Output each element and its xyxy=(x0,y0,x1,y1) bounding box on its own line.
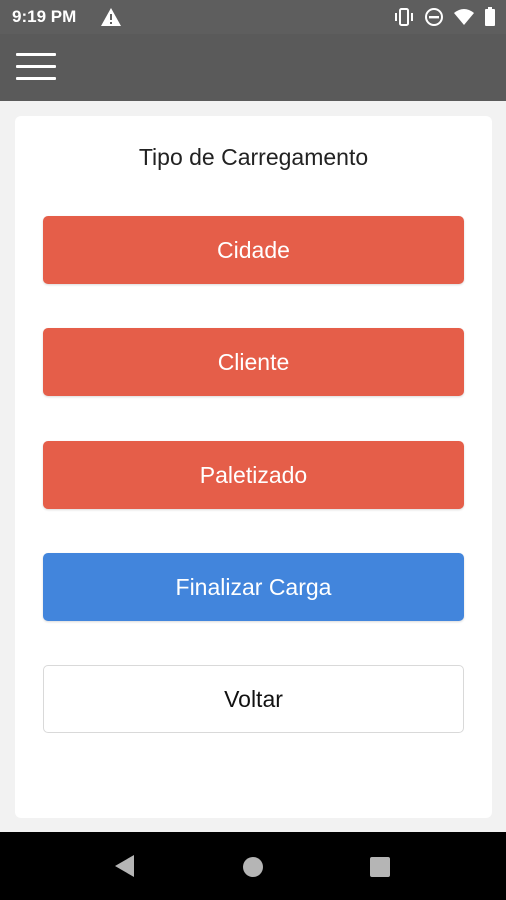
warning-icon xyxy=(101,8,121,26)
navigation-bar xyxy=(0,832,506,900)
status-time: 9:19 PM xyxy=(12,7,77,26)
hamburger-menu-icon[interactable] xyxy=(14,50,58,86)
loading-type-card: Tipo de Carregamento Cidade Cliente Pale… xyxy=(15,116,492,818)
home-icon[interactable] xyxy=(243,857,263,877)
vibrate-icon xyxy=(395,8,413,26)
do-not-disturb-icon xyxy=(425,8,443,26)
recents-icon[interactable] xyxy=(370,857,390,877)
page-title: Tipo de Carregamento xyxy=(138,144,369,170)
wifi-icon xyxy=(454,9,474,25)
cliente-button[interactable]: Cliente xyxy=(43,328,464,396)
finalizar-carga-button[interactable]: Finalizar Carga xyxy=(43,553,464,621)
status-bar: 9:19 PM xyxy=(0,0,506,34)
battery-icon xyxy=(485,7,495,26)
status-icons xyxy=(393,7,496,27)
app-bar xyxy=(0,34,506,101)
cidade-button[interactable]: Cidade xyxy=(43,216,464,284)
paletizado-button[interactable]: Paletizado xyxy=(43,441,464,509)
back-icon[interactable] xyxy=(114,854,136,878)
voltar-button[interactable]: Voltar xyxy=(43,665,464,733)
